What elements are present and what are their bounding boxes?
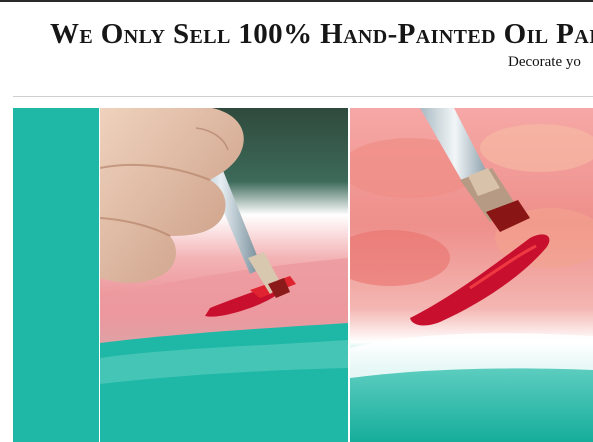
top-border (0, 0, 593, 2)
teal-color-strip (13, 108, 99, 442)
brush-closeup-photo (350, 108, 593, 442)
brush-closeup-image (350, 108, 593, 442)
hand-painting-image (100, 108, 348, 442)
hero-banner[interactable] (13, 108, 593, 442)
page-headline: We Only Sell 100% Hand-Painted Oil Pain (50, 18, 593, 50)
hand-painting-photo (100, 108, 348, 442)
page-subheadline: Decorate yo (508, 54, 581, 70)
header-divider (13, 96, 593, 97)
